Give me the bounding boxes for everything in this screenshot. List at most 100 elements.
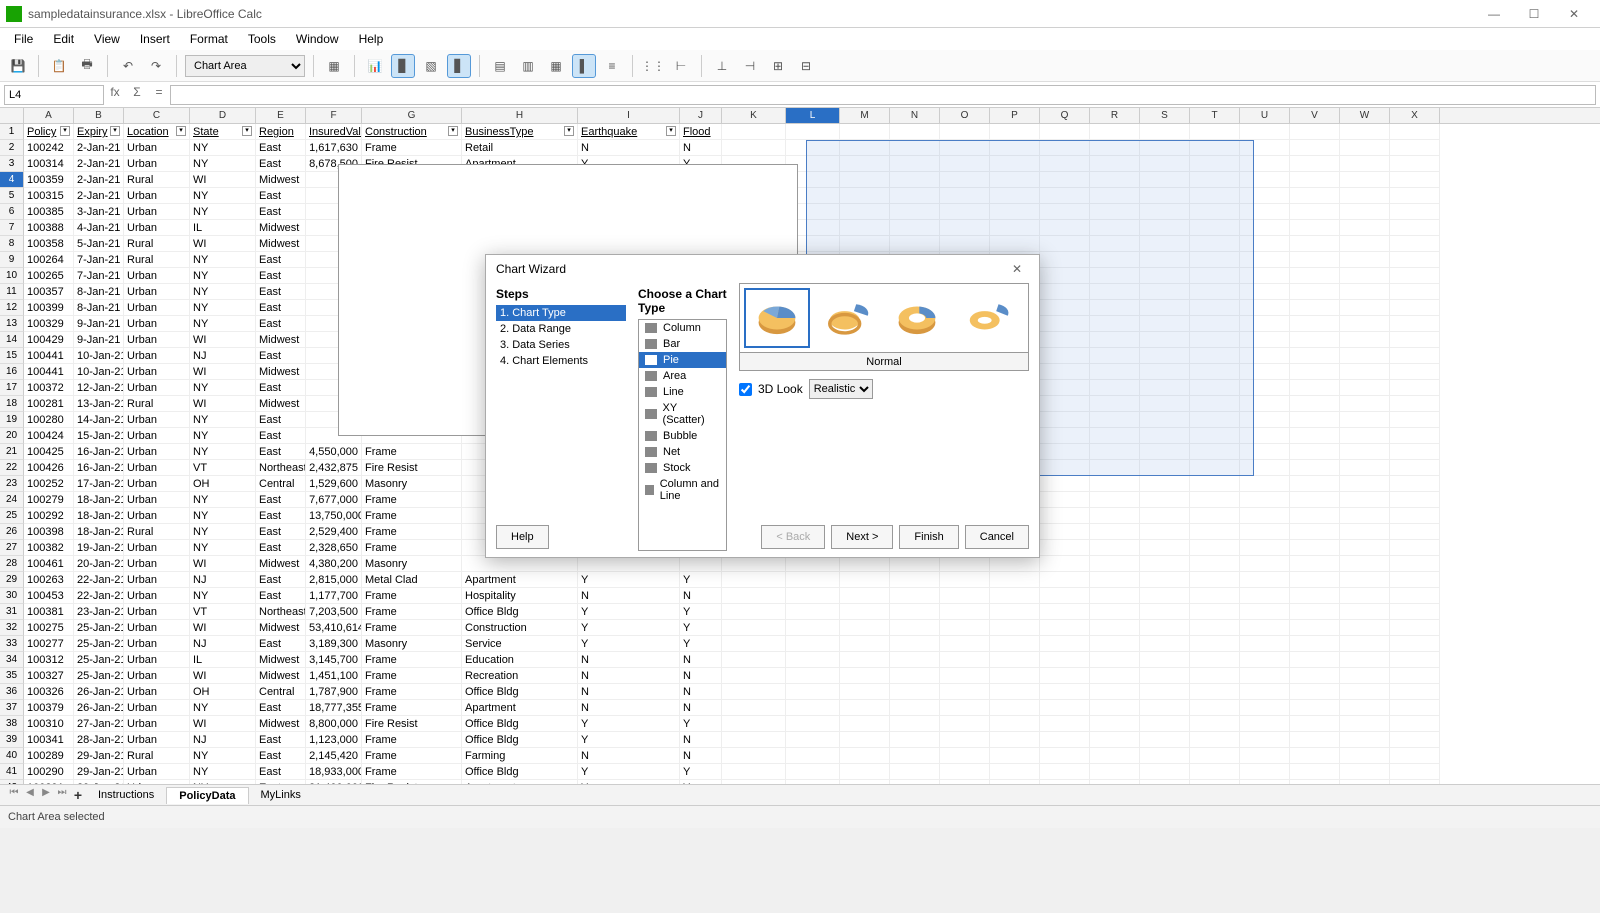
cell[interactable]	[1290, 780, 1340, 784]
cell[interactable]	[1390, 700, 1440, 716]
cell[interactable]	[1340, 140, 1390, 156]
cell[interactable]: Urban	[124, 364, 190, 380]
cell[interactable]: East	[256, 508, 306, 524]
cell[interactable]: N	[578, 588, 680, 604]
cell[interactable]: Rural	[124, 396, 190, 412]
cell[interactable]: East	[256, 268, 306, 284]
help-button[interactable]: Help	[496, 525, 549, 549]
cell[interactable]	[940, 588, 990, 604]
cell[interactable]: 4-Jan-21	[74, 220, 124, 236]
cell[interactable]	[990, 188, 1040, 204]
row-header[interactable]: 34	[0, 652, 24, 668]
cell[interactable]	[1340, 124, 1390, 140]
cell[interactable]: 1,617,630	[306, 140, 362, 156]
cell[interactable]	[990, 636, 1040, 652]
cell[interactable]: Northeast	[256, 604, 306, 620]
cell[interactable]: 3,145,700	[306, 652, 362, 668]
cell[interactable]: 2,328,650	[306, 540, 362, 556]
cell[interactable]	[1140, 284, 1190, 300]
cell[interactable]	[1190, 652, 1240, 668]
cell[interactable]	[722, 716, 786, 732]
cell[interactable]	[1090, 700, 1140, 716]
cell[interactable]: 100279	[24, 492, 74, 508]
cell[interactable]: 21,400,000	[306, 780, 362, 784]
cell[interactable]	[1140, 588, 1190, 604]
cell[interactable]: 18,777,355	[306, 700, 362, 716]
cell[interactable]: East	[256, 492, 306, 508]
cell[interactable]	[990, 124, 1040, 140]
cell[interactable]	[1040, 444, 1090, 460]
cell[interactable]: 22-Jan-21	[74, 588, 124, 604]
cell[interactable]	[1390, 556, 1440, 572]
cell[interactable]: Y	[578, 572, 680, 588]
menu-format[interactable]: Format	[180, 30, 238, 48]
cell[interactable]: Frame	[362, 508, 462, 524]
cell[interactable]	[1090, 492, 1140, 508]
cell[interactable]	[1140, 268, 1190, 284]
cell[interactable]	[1190, 748, 1240, 764]
cell[interactable]: 100315	[24, 188, 74, 204]
column-header-W[interactable]: W	[1340, 108, 1390, 123]
cell[interactable]: Office Bldg	[462, 684, 578, 700]
cell[interactable]	[840, 764, 890, 780]
column-header-G[interactable]: G	[362, 108, 462, 123]
cell[interactable]	[1190, 620, 1240, 636]
cell[interactable]: 25-Jan-21	[74, 636, 124, 652]
cell[interactable]: East	[256, 316, 306, 332]
cell[interactable]	[1240, 620, 1290, 636]
cell[interactable]	[1040, 268, 1090, 284]
cell[interactable]	[1090, 204, 1140, 220]
cell[interactable]: East	[256, 380, 306, 396]
cell[interactable]: 100290	[24, 764, 74, 780]
cell[interactable]: 4,550,000	[306, 444, 362, 460]
cell[interactable]: 100329	[24, 316, 74, 332]
cell[interactable]	[840, 620, 890, 636]
cell[interactable]	[1090, 668, 1140, 684]
cell[interactable]	[1090, 540, 1140, 556]
cell[interactable]: 53,410,614	[306, 620, 362, 636]
cell[interactable]	[1240, 652, 1290, 668]
cell[interactable]	[1090, 252, 1140, 268]
cell[interactable]	[1190, 444, 1240, 460]
cell[interactable]	[1190, 460, 1240, 476]
column-header-X[interactable]: X	[1390, 108, 1440, 123]
cell[interactable]: Urban	[124, 556, 190, 572]
row-header[interactable]: 18	[0, 396, 24, 412]
cell[interactable]	[890, 172, 940, 188]
formula-input[interactable]	[170, 85, 1596, 105]
cell[interactable]	[1040, 252, 1090, 268]
cell[interactable]	[1190, 364, 1240, 380]
cell[interactable]: 19-Jan-21	[74, 540, 124, 556]
cell[interactable]	[1340, 300, 1390, 316]
chart-type-net[interactable]: Net	[639, 444, 726, 460]
cell[interactable]	[1290, 668, 1340, 684]
cell[interactable]	[940, 636, 990, 652]
cell[interactable]	[1240, 732, 1290, 748]
cell[interactable]: 100461	[24, 556, 74, 572]
cell[interactable]	[1340, 748, 1390, 764]
cell[interactable]	[990, 572, 1040, 588]
cell[interactable]: Hospitality	[462, 588, 578, 604]
cell[interactable]	[1040, 172, 1090, 188]
cell[interactable]: 27-Jan-21	[74, 716, 124, 732]
cell[interactable]	[1140, 364, 1190, 380]
cell[interactable]: NY	[190, 428, 256, 444]
cell[interactable]	[1340, 380, 1390, 396]
cell[interactable]: 100280	[24, 412, 74, 428]
cell[interactable]	[1240, 764, 1290, 780]
cell[interactable]	[1040, 204, 1090, 220]
cell[interactable]: Frame	[362, 444, 462, 460]
cell[interactable]: 2-Jan-21	[74, 156, 124, 172]
cell[interactable]	[1290, 252, 1340, 268]
cell[interactable]	[990, 140, 1040, 156]
cell[interactable]: Retail	[462, 140, 578, 156]
cell[interactable]	[786, 604, 840, 620]
cell[interactable]	[1090, 748, 1140, 764]
cell[interactable]	[1140, 668, 1190, 684]
x-axis-icon[interactable]: ⊢	[669, 54, 693, 78]
cell[interactable]	[1390, 732, 1440, 748]
cell[interactable]: VT	[190, 460, 256, 476]
cell[interactable]	[1040, 124, 1090, 140]
cell[interactable]: East	[256, 572, 306, 588]
shape-exploded-pie[interactable]	[814, 288, 880, 348]
